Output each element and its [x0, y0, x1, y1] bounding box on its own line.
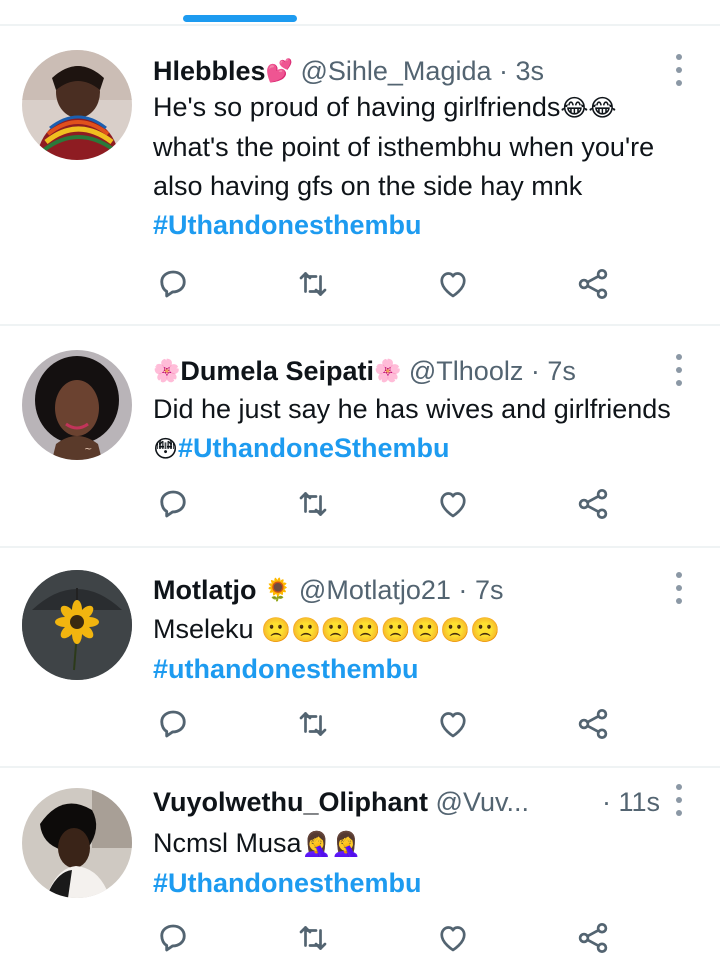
- tweet-text: Mseleku 🙁🙁🙁🙁🙁🙁🙁🙁 #uthandonesthembu: [153, 610, 680, 689]
- tweet-header: 🌸Dumela Seipati🌸 @Tlhoolz · 7s: [153, 353, 660, 389]
- more-vertical-icon[interactable]: [668, 52, 690, 88]
- user-handle[interactable]: @Sihle_Magida: [300, 56, 491, 86]
- retweet-icon[interactable]: [295, 486, 335, 526]
- tweet[interactable]: Hlebbles💕 @Sihle_Magida · 3s He's so pro…: [0, 26, 720, 326]
- tweet-actions: [155, 486, 615, 526]
- like-icon[interactable]: [435, 266, 475, 306]
- reply-icon[interactable]: [155, 706, 195, 746]
- tweet[interactable]: ~ 🌸Dumela Seipati🌸 @Tlhoolz · 7s Did he …: [0, 326, 720, 548]
- tweet-emojis: 😳: [153, 436, 179, 463]
- tweet-header: Vuyolwethu_Oliphant @Vuv... · 11s: [153, 784, 660, 820]
- retweet-icon[interactable]: [295, 920, 335, 957]
- more-vertical-icon[interactable]: [668, 782, 690, 818]
- display-name[interactable]: Dumela Seipati: [180, 356, 374, 386]
- like-icon[interactable]: [435, 486, 475, 526]
- tweet-header: Hlebbles💕 @Sihle_Magida · 3s: [153, 53, 660, 89]
- display-name[interactable]: Hlebbles: [153, 56, 266, 86]
- name-emoji: 💕: [265, 58, 293, 83]
- tweet-text: Did he just say he has wives and girlfri…: [153, 390, 680, 469]
- share-icon[interactable]: [575, 706, 615, 746]
- like-icon[interactable]: [435, 706, 475, 746]
- tweet-emojis: 🤦‍♀️🤦‍♀️: [301, 831, 362, 858]
- tweet-header: Motlatjo 🌻 @Motlatjo21 · 7s: [153, 572, 660, 608]
- share-icon[interactable]: [575, 486, 615, 526]
- separator-dot: ·: [499, 56, 509, 86]
- hashtag-link[interactable]: #Uthandonesthembu: [153, 210, 422, 240]
- share-icon[interactable]: [575, 920, 615, 957]
- timestamp[interactable]: 3s: [516, 56, 545, 86]
- user-handle[interactable]: @Tlhoolz: [409, 356, 523, 386]
- tweet-actions: [155, 266, 615, 306]
- name-emoji: 🌸: [373, 358, 402, 383]
- tweet-text-main: Ncmsl Musa: [153, 828, 302, 858]
- tweet[interactable]: Motlatjo 🌻 @Motlatjo21 · 7s Mseleku 🙁🙁🙁🙁…: [0, 548, 720, 768]
- tweet-actions: [155, 706, 615, 746]
- tweet-text-main: He's so proud of having girlfriends: [153, 92, 561, 122]
- reply-icon[interactable]: [155, 266, 195, 306]
- tweet-text: Ncmsl Musa🤦‍♀️🤦‍♀️ #Uthandonesthembu: [153, 824, 680, 903]
- share-icon[interactable]: [575, 266, 615, 306]
- display-name[interactable]: Vuyolwethu_Oliphant: [153, 787, 428, 817]
- tweet[interactable]: Vuyolwethu_Oliphant @Vuv... · 11s Ncmsl …: [0, 768, 720, 957]
- tweet-actions: [155, 920, 615, 957]
- reply-icon[interactable]: [155, 920, 195, 957]
- more-vertical-icon[interactable]: [668, 570, 690, 606]
- avatar[interactable]: [22, 50, 132, 160]
- user-handle[interactable]: @Vuv...: [436, 787, 529, 817]
- retweet-icon[interactable]: [295, 706, 335, 746]
- hashtag-link[interactable]: #uthandonesthembu: [153, 654, 419, 684]
- tweet-text-continued: what's the point of isthembhu when you'r…: [153, 132, 655, 201]
- avatar[interactable]: [22, 570, 132, 680]
- hashtag-link[interactable]: #UthandoneSthembu: [178, 433, 450, 463]
- avatar[interactable]: ~: [22, 350, 132, 460]
- tweet-text-main: Did he just say he has wives and girlfri…: [153, 394, 671, 424]
- avatar[interactable]: [22, 788, 132, 898]
- name-emoji: 🌸: [153, 358, 181, 383]
- tweet-emojis: 😂😂: [560, 95, 617, 122]
- hashtag-link[interactable]: #Uthandonesthembu: [153, 868, 422, 898]
- timestamp[interactable]: 7s: [475, 575, 504, 605]
- separator-dot: ·: [458, 575, 468, 605]
- more-vertical-icon[interactable]: [668, 352, 690, 388]
- display-name[interactable]: Motlatjo: [153, 575, 256, 605]
- active-tab-indicator: [183, 15, 297, 22]
- retweet-icon[interactable]: [295, 266, 335, 306]
- timestamp[interactable]: 7s: [547, 356, 576, 386]
- name-emoji: 🌻: [264, 577, 292, 602]
- timestamp[interactable]: 11s: [618, 787, 660, 817]
- tweet-text-main: Mseleku: [153, 614, 254, 644]
- tweet-emojis: 🙁🙁🙁🙁🙁🙁🙁🙁: [261, 617, 501, 644]
- like-icon[interactable]: [435, 920, 475, 957]
- separator-dot: ·: [530, 356, 540, 386]
- tweet-text: He's so proud of having girlfriends😂😂 wh…: [153, 88, 680, 245]
- svg-text:~: ~: [84, 444, 92, 455]
- reply-icon[interactable]: [155, 486, 195, 526]
- user-handle[interactable]: @Motlatjo21: [299, 575, 451, 605]
- separator-dot: ·: [601, 787, 611, 817]
